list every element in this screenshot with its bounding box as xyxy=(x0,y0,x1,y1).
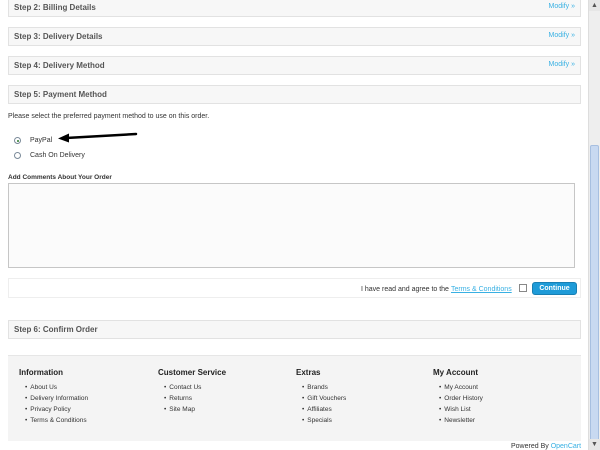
footer-link[interactable]: Brands xyxy=(302,382,346,393)
modify-link[interactable]: Modify » xyxy=(549,3,575,10)
footer-column-extras: Extras Brands Gift Vouchers Affiliates S… xyxy=(296,368,346,426)
step-title: Step 6: Confirm Order xyxy=(14,325,98,334)
footer-link[interactable]: Affiliates xyxy=(302,404,346,415)
step-title: Step 2: Billing Details xyxy=(14,3,96,12)
step-confirm-order[interactable]: Step 6: Confirm Order xyxy=(8,320,581,339)
vertical-scrollbar[interactable]: ▲ ▼ xyxy=(588,0,600,450)
footer-column-title: Customer Service xyxy=(158,368,227,377)
powered-by-text: Powered By xyxy=(511,443,549,450)
opencart-link[interactable]: OpenCart xyxy=(551,443,581,450)
footer-column-title: Information xyxy=(19,368,63,377)
payment-option-label: PayPal xyxy=(30,137,53,144)
footer-column-information: Information About Us Delivery Informatio… xyxy=(19,368,88,426)
payment-option-cod[interactable]: Cash On Delivery xyxy=(14,152,85,159)
footer-link[interactable]: My Account xyxy=(439,382,483,393)
footer-link[interactable]: Contact Us xyxy=(164,382,226,393)
footer-link[interactable]: Order History xyxy=(439,393,483,404)
payment-option-paypal[interactable]: PayPal xyxy=(14,137,52,144)
modify-link[interactable]: Modify » xyxy=(549,61,575,68)
powered-by: Powered By OpenCart xyxy=(511,443,581,450)
step-title: Step 3: Delivery Details xyxy=(14,32,103,41)
agreement-text: I have read and agree to the xyxy=(361,286,449,293)
footer-link[interactable]: Specials xyxy=(302,415,346,426)
footer-link[interactable]: About Us xyxy=(25,382,88,393)
footer-link[interactable]: Site Map xyxy=(164,404,226,415)
arrow-pointer-icon xyxy=(58,132,138,143)
payment-instruction: Please select the preferred payment meth… xyxy=(8,113,210,120)
footer: Information About Us Delivery Informatio… xyxy=(8,355,581,441)
step-title: Step 5: Payment Method xyxy=(14,90,107,99)
footer-link[interactable]: Privacy Policy xyxy=(25,404,88,415)
footer-link[interactable]: Gift Vouchers xyxy=(302,393,346,404)
footer-link[interactable]: Terms & Conditions xyxy=(25,415,88,426)
payment-option-label: Cash On Delivery xyxy=(30,152,85,159)
footer-link[interactable]: Newsletter xyxy=(439,415,483,426)
agree-checkbox[interactable] xyxy=(519,284,527,292)
step-title: Step 4: Delivery Method xyxy=(14,61,105,70)
footer-link[interactable]: Delivery Information xyxy=(25,393,88,404)
checkout-page: Step 2: Billing Details Modify » Step 3:… xyxy=(0,0,588,450)
step-payment-method: Step 5: Payment Method xyxy=(8,85,581,104)
comments-textarea[interactable] xyxy=(8,183,575,268)
footer-column-title: My Account xyxy=(433,368,479,377)
comments-label: Add Comments About Your Order xyxy=(8,174,112,181)
radio-button[interactable] xyxy=(14,152,21,159)
scrollbar-thumb[interactable] xyxy=(590,145,599,445)
footer-column-customer-service: Customer Service Contact Us Returns Site… xyxy=(158,368,226,415)
step-delivery-details[interactable]: Step 3: Delivery Details Modify » xyxy=(8,27,581,46)
radio-button[interactable] xyxy=(14,137,21,144)
terms-conditions-link[interactable]: Terms & Conditions xyxy=(451,286,512,293)
footer-link[interactable]: Wish List xyxy=(439,404,483,415)
step-delivery-method[interactable]: Step 4: Delivery Method Modify » xyxy=(8,56,581,75)
footer-column-title: Extras xyxy=(296,368,321,377)
footer-link[interactable]: Returns xyxy=(164,393,226,404)
scroll-up-arrow-icon[interactable]: ▲ xyxy=(589,0,600,11)
footer-column-my-account: My Account My Account Order History Wish… xyxy=(433,368,483,426)
modify-link[interactable]: Modify » xyxy=(549,32,575,39)
step-billing-details[interactable]: Step 2: Billing Details Modify » xyxy=(8,0,581,17)
scroll-down-arrow-icon[interactable]: ▼ xyxy=(589,439,600,450)
continue-button[interactable]: Continue xyxy=(532,282,577,295)
